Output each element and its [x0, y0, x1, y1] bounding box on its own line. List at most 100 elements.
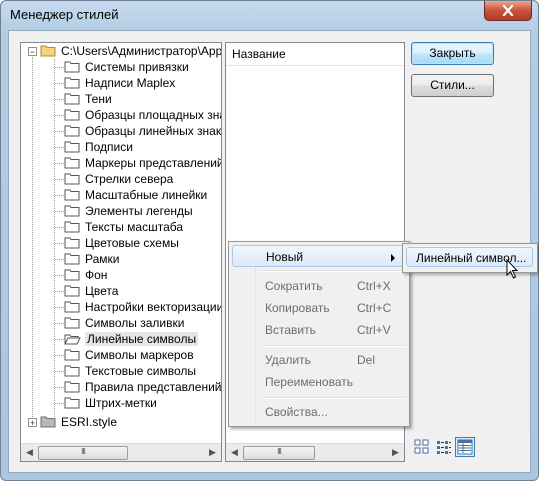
tree-connector [55, 323, 64, 324]
collapse-expander[interactable]: − [28, 47, 37, 57]
scrollbar-thumb[interactable]: III [38, 446, 128, 460]
tree-item-label: Надписи Maplex [85, 76, 176, 90]
tree-item-label: Образцы линейных знаков [85, 124, 222, 138]
close-button[interactable]: Закрыть [411, 42, 494, 65]
tree-connector [55, 211, 64, 212]
tree-connector [55, 371, 64, 372]
tree-connector [32, 57, 33, 423]
tree-connector [55, 243, 64, 244]
tree-item[interactable]: Символы заливки [64, 315, 184, 331]
styles-button[interactable]: Стили... [411, 74, 494, 97]
folder-icon [64, 397, 80, 409]
menu-item-shortcut: Del [357, 353, 376, 367]
menu-item-new[interactable]: Новый [232, 245, 404, 267]
column-header-label: Название [232, 47, 286, 61]
tree-item[interactable]: Маркеры представлений [64, 155, 222, 171]
tree-item[interactable]: Правила представлений [64, 379, 221, 395]
menu-item-label: Сократить [265, 279, 323, 293]
folder-icon [64, 61, 80, 73]
tree-item-label: Штрих-метки [85, 396, 157, 410]
menu-item-shortcut: Ctrl+C [357, 301, 392, 315]
folder-icon [64, 109, 80, 121]
tree-horizontal-scrollbar[interactable]: ◀ III ▶ [21, 443, 221, 461]
tree-item[interactable]: Образцы линейных знаков [64, 123, 222, 139]
tree-item-label: Цветовые схемы [85, 236, 179, 250]
tree-connector [55, 403, 64, 404]
scroll-left-button[interactable]: ◀ [226, 444, 243, 461]
open-folder-icon [40, 45, 56, 57]
name-column-header[interactable]: Название [226, 43, 404, 66]
tree-item-label: Масштабные линейки [85, 188, 208, 202]
menu-item-cut[interactable]: Сократить Ctrl+X [232, 275, 404, 297]
scroll-left-button[interactable]: ◀ [21, 444, 38, 461]
tree-item[interactable]: Масштабные линейки [64, 187, 207, 203]
scrollbar-thumb[interactable]: III [243, 446, 315, 460]
tree-item-label: Стрелки севера [85, 172, 174, 186]
scroll-right-button[interactable]: ▶ [387, 444, 404, 461]
tree-item-label: Маркеры представлений [85, 156, 222, 170]
folder-icon [64, 253, 80, 265]
list-view-button[interactable] [434, 437, 454, 457]
tree-item[interactable]: Тени [64, 91, 112, 107]
window-close-button[interactable] [484, 1, 532, 21]
style-file-label: ESRI.style [61, 415, 118, 429]
tree-item[interactable]: Тексты масштаба [64, 219, 183, 235]
menu-item-copy[interactable]: Копировать Ctrl+C [232, 297, 404, 319]
tree-connector [55, 147, 64, 148]
details-view-icon [457, 439, 473, 455]
tree-item-label: Фон [85, 268, 108, 282]
tree-item[interactable]: Системы привязки [64, 59, 189, 75]
menu-separator [261, 270, 405, 272]
tree-root-label: C:\Users\Администратор\AppD [61, 44, 222, 58]
large-icons-view-button[interactable] [412, 437, 432, 457]
tree-item[interactable]: Элементы легенды [64, 203, 193, 219]
tree-item[interactable]: Линейные символы [64, 331, 199, 347]
menu-item-paste[interactable]: Вставить Ctrl+V [232, 319, 404, 341]
folder-icon [64, 93, 80, 105]
tree-connector [55, 227, 64, 228]
tree-item[interactable]: Фон [64, 267, 107, 283]
menu-item-label: Вставить [265, 323, 316, 337]
tree-item[interactable]: Штрих-метки [64, 395, 157, 411]
folder-icon [64, 173, 80, 185]
tree-item-label: Тексты масштаба [85, 220, 184, 234]
menu-item-delete[interactable]: Удалить Del [232, 349, 404, 371]
close-icon [502, 5, 514, 16]
tree-item[interactable]: Символы маркеров [64, 347, 194, 363]
tree-item-label: Символы маркеров [85, 348, 194, 362]
tree-connector [55, 259, 64, 260]
tree-connector [55, 179, 64, 180]
menu-item-shortcut: Ctrl+V [357, 323, 391, 337]
tree-style-file[interactable]: ESRI.style [40, 414, 117, 430]
tree-item-label: Настройки векторизации [85, 300, 222, 314]
details-view-button[interactable] [455, 437, 475, 457]
tree-item[interactable]: Образцы площадных знако [64, 107, 221, 123]
tree-item[interactable]: Настройки векторизации [64, 299, 222, 315]
folder-icon [64, 189, 80, 201]
tree-item[interactable]: Текстовые символы [64, 363, 196, 379]
tree-item[interactable]: Стрелки севера [64, 171, 173, 187]
tree-connector [55, 115, 64, 116]
tree-connector [55, 387, 64, 388]
list-view-icon [437, 441, 451, 454]
menu-item-properties[interactable]: Свойства... [232, 401, 404, 423]
tree-item[interactable]: Надписи Maplex [64, 75, 175, 91]
style-tree[interactable]: − C:\Users\Администратор\AppD Системы пр… [20, 42, 222, 462]
tree-connector [55, 67, 64, 68]
expand-expander[interactable]: + [28, 418, 37, 428]
tree-item[interactable]: Подписи [64, 139, 133, 155]
tree-item-label: Элементы легенды [85, 204, 193, 218]
tree-item[interactable]: Цветовые схемы [64, 235, 179, 251]
folder-icon [64, 365, 80, 377]
tree-item[interactable]: Цвета [64, 283, 118, 299]
context-menu: Новый Сократить Ctrl+X Копировать Ctrl+C… [228, 241, 410, 427]
menu-item-rename[interactable]: Переименовать [232, 371, 404, 393]
tree-item-label: Линейные символы [85, 332, 199, 346]
list-horizontal-scrollbar[interactable]: ◀ III ▶ [226, 443, 404, 461]
tree-root-folder[interactable]: C:\Users\Администратор\AppD [40, 43, 222, 59]
folder-icon [64, 205, 80, 217]
scroll-right-button[interactable]: ▶ [204, 444, 221, 461]
tree-item[interactable]: Рамки [64, 251, 119, 267]
tree-item-label: Системы привязки [85, 60, 189, 74]
folder-icon [64, 141, 80, 153]
